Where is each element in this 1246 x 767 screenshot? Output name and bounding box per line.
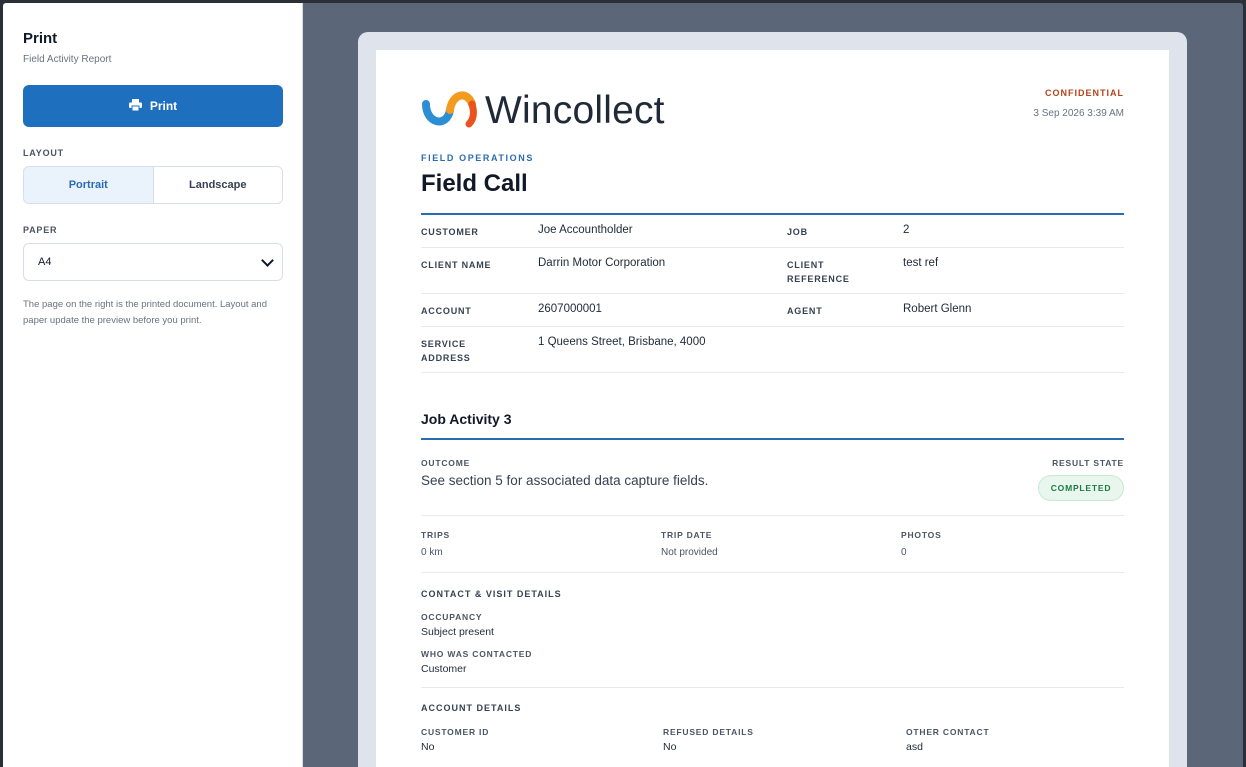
service-address-value: 1 Queens Street, Brisbane, 4000 (538, 336, 706, 348)
customer-id-value: No (421, 741, 435, 753)
title-divider (421, 213, 1124, 215)
activity-title: Job Activity 3 (421, 411, 512, 427)
row-divider (421, 372, 1124, 373)
who-contacted-label: WHO WAS CONTACTED (421, 649, 533, 659)
paper-select[interactable]: A4 (23, 243, 283, 281)
layout-toggle: Portrait Landscape (23, 166, 283, 204)
print-sidebar: Print Field Activity Report Print LAYOUT… (3, 3, 303, 767)
print-help-text: The page on the right is the printed doc… (23, 299, 267, 326)
customer-label: CUSTOMER (421, 227, 479, 237)
document-title: Field Call (421, 170, 528, 197)
sidebar-title: Print (23, 30, 58, 47)
row-divider (421, 293, 1124, 294)
photos-label: PHOTOS (901, 530, 942, 540)
trips-value: 0 km (421, 547, 443, 558)
customer-value: Joe Accountholder (538, 224, 633, 236)
account-label: ACCOUNT (421, 306, 472, 316)
layout-label: LAYOUT (23, 148, 64, 158)
wincollect-logo-icon (421, 88, 479, 133)
document-timestamp: 3 Sep 2026 3:39 AM (1033, 108, 1124, 119)
trip-date-label: TRIP DATE (661, 530, 713, 540)
refused-details-value: No (663, 741, 677, 753)
brand-name: Wincollect (485, 88, 665, 132)
print-button-label: Print (149, 99, 178, 113)
client-reference-label-line2: REFERENCE (787, 274, 850, 284)
chevron-down-icon (261, 253, 274, 267)
agent-label: AGENT (787, 306, 823, 316)
print-preview: Wincollect CONFIDENTIAL 3 Sep 2026 3:39 … (358, 32, 1187, 767)
outcome-value: See section 5 for associated data captur… (421, 473, 709, 488)
paper-label: PAPER (23, 225, 58, 235)
client-reference-label-line1: CLIENT (787, 260, 825, 270)
account-details-heading: ACCOUNT DETAILS (421, 703, 522, 713)
other-contact-label: OTHER CONTACT (906, 727, 990, 737)
activity-divider (421, 438, 1124, 440)
print-button[interactable]: Print (23, 85, 283, 127)
job-value: 2 (903, 224, 910, 236)
occupancy-value: Subject present (421, 626, 494, 638)
job-label: JOB (787, 227, 808, 237)
layout-landscape-option[interactable]: Landscape (153, 167, 282, 203)
agent-value: Robert Glenn (903, 303, 972, 315)
photos-value: 0 (901, 547, 907, 558)
result-state-label: RESULT STATE (1052, 458, 1124, 468)
row-divider (421, 247, 1124, 248)
who-contacted-value: Customer (421, 663, 467, 675)
row-divider (421, 515, 1124, 516)
client-reference-value: test ref (903, 257, 939, 269)
trips-label: TRIPS (421, 530, 451, 540)
row-divider (421, 326, 1124, 327)
sidebar-subtitle: Field Activity Report (23, 54, 112, 65)
outcome-label: OUTCOME (421, 458, 471, 468)
layout-portrait-option[interactable]: Portrait (24, 167, 154, 203)
document-page: Wincollect CONFIDENTIAL 3 Sep 2026 3:39 … (376, 50, 1169, 767)
printer-icon (128, 98, 142, 114)
contact-details-heading: CONTACT & VISIT DETAILS (421, 589, 562, 599)
refused-details-label: REFUSED DETAILS (663, 727, 754, 737)
client-name-label: CLIENT NAME (421, 260, 492, 270)
service-address-label-line2: ADDRESS (421, 353, 471, 363)
account-value: 2607000001 (538, 303, 602, 315)
row-divider (421, 572, 1124, 573)
trip-date-value: Not provided (661, 547, 718, 558)
other-contact-value: asd (906, 741, 923, 753)
brand-logo: Wincollect (421, 88, 665, 133)
print-dialog: Print Field Activity Report Print LAYOUT… (3, 3, 1243, 767)
occupancy-label: OCCUPANCY (421, 612, 483, 622)
status-badge: COMPLETED (1038, 475, 1124, 501)
service-address-label-line1: SERVICE (421, 339, 466, 349)
paper-select-value: A4 (38, 256, 52, 268)
document-eyebrow: FIELD OPERATIONS (421, 153, 534, 163)
client-name-value: Darrin Motor Corporation (538, 257, 666, 269)
customer-id-label: CUSTOMER ID (421, 727, 490, 737)
row-divider (421, 687, 1124, 688)
confidential-label: CONFIDENTIAL (1045, 88, 1124, 98)
